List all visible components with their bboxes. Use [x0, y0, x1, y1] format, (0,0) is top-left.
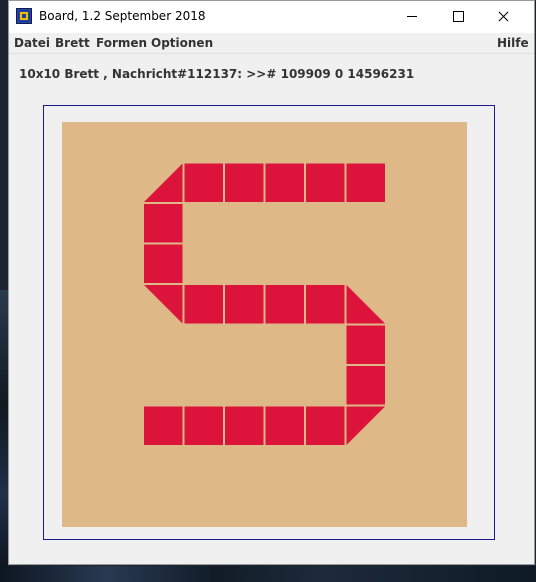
app-icon[interactable]	[16, 8, 32, 24]
board-piece-sq[interactable]	[306, 163, 345, 203]
desktop-background-bottom	[0, 566, 536, 582]
close-button[interactable]	[481, 1, 527, 33]
title-bar[interactable]: Board, 1.2 September 2018	[9, 1, 534, 33]
board-piece-sq[interactable]	[346, 325, 386, 365]
board-piece-sq[interactable]	[306, 285, 345, 324]
board-piece-sq[interactable]	[265, 163, 305, 203]
board-background[interactable]	[62, 122, 467, 527]
board-piece-sq[interactable]	[184, 163, 224, 203]
board-piece-sq[interactable]	[144, 406, 183, 446]
window-title: Board, 1.2 September 2018	[39, 9, 206, 23]
desktop-background-left	[0, 290, 8, 582]
board-piece-sq[interactable]	[184, 285, 224, 324]
board-piece-sq[interactable]	[144, 204, 183, 243]
minimize-button[interactable]	[389, 1, 435, 33]
board-piece-sq[interactable]	[184, 406, 224, 446]
menu-datei[interactable]: Datei	[14, 36, 50, 50]
board-piece-sq[interactable]	[225, 285, 264, 324]
menu-brett[interactable]: Brett	[55, 36, 90, 50]
menu-optionen[interactable]: Optionen	[151, 36, 213, 50]
maximize-button[interactable]	[435, 1, 481, 33]
board-frame	[43, 105, 495, 540]
board-piece-sq[interactable]	[306, 406, 345, 446]
board-piece-sq[interactable]	[265, 285, 305, 324]
board-piece-sq[interactable]	[225, 406, 264, 446]
menu-formen[interactable]: Formen	[96, 36, 147, 50]
game-board[interactable]	[44, 106, 494, 539]
board-piece-sq[interactable]	[225, 163, 264, 203]
menu-hilfe[interactable]: Hilfe	[497, 36, 529, 50]
board-piece-sq[interactable]	[265, 406, 305, 446]
menu-bar: Datei Brett Formen Optionen Hilfe	[9, 33, 534, 54]
board-piece-sq[interactable]	[144, 244, 183, 284]
app-window: Board, 1.2 September 2018 Datei Brett Fo…	[8, 0, 535, 565]
board-piece-sq[interactable]	[346, 366, 386, 405]
board-piece-sq[interactable]	[346, 163, 386, 203]
status-message: 10x10 Brett , Nachricht#112137: >># 1099…	[19, 67, 415, 81]
